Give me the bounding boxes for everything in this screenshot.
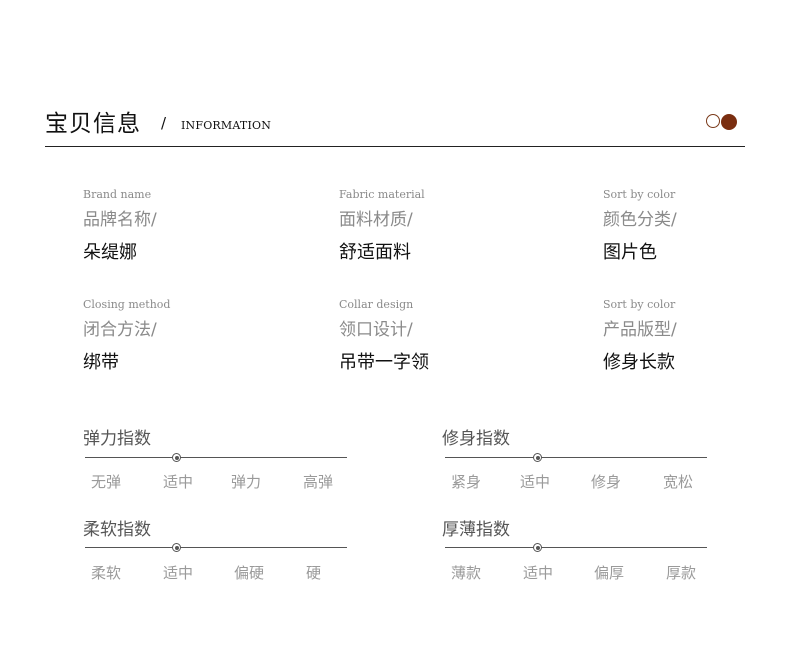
index-option: 适中 — [520, 473, 551, 491]
spec-cn-label: 品牌名称/ — [83, 210, 157, 230]
spec-closing: Closing method 闭合方法/ 绑带 — [83, 298, 170, 374]
spec-fit: Sort by color 产品版型/ 修身长款 — [603, 298, 677, 374]
index-option: 宽松 — [663, 473, 694, 491]
index-title-softness: 柔软指数 — [83, 520, 151, 540]
index-title-thickness: 厚薄指数 — [442, 520, 510, 540]
index-track — [445, 457, 707, 458]
header-divider — [45, 146, 745, 147]
index-track — [85, 547, 347, 548]
index-option: 偏硬 — [234, 564, 265, 582]
index-option: 薄款 — [451, 564, 482, 582]
index-track — [85, 457, 347, 458]
spec-en-label: Sort by color — [603, 188, 676, 201]
index-option: 厚款 — [666, 564, 697, 582]
index-track — [445, 547, 707, 548]
spec-collar: Collar design 领口设计/ 吊带一字领 — [339, 298, 429, 374]
index-marker — [172, 543, 181, 552]
spec-brand: Brand name 品牌名称/ 朵缇娜 — [83, 188, 157, 264]
spec-en-label: Closing method — [83, 298, 171, 311]
spec-cn-label: 颜色分类/ — [603, 210, 677, 230]
spec-en-label: Sort by color — [603, 298, 676, 311]
index-marker — [533, 543, 542, 552]
spec-cn-label: 产品版型/ — [603, 320, 677, 340]
spec-cn-label: 面料材质/ — [339, 210, 413, 230]
spec-color: Sort by color 颜色分类/ 图片色 — [603, 188, 677, 264]
spec-value: 舒适面料 — [339, 242, 411, 263]
spec-en-label: Fabric material — [339, 188, 425, 201]
spec-en-label: Brand name — [83, 188, 152, 201]
spec-value: 吊带一字领 — [339, 352, 429, 373]
section-subtitle: INFORMATION — [181, 119, 272, 132]
spec-fabric: Fabric material 面料材质/ 舒适面料 — [339, 188, 425, 264]
index-option: 紧身 — [451, 473, 482, 491]
index-title-elasticity: 弹力指数 — [83, 429, 151, 449]
index-marker — [533, 453, 542, 462]
spec-value: 绑带 — [83, 352, 119, 373]
spec-en-label: Collar design — [339, 298, 414, 311]
index-marker — [172, 453, 181, 462]
index-option: 无弹 — [91, 473, 122, 491]
outline-circle-icon — [706, 114, 720, 128]
index-option: 高弹 — [303, 473, 334, 491]
index-option: 偏厚 — [594, 564, 625, 582]
spec-value: 朵缇娜 — [83, 242, 137, 263]
index-option: 柔软 — [91, 564, 122, 582]
spec-value: 图片色 — [603, 242, 657, 263]
index-option: 适中 — [163, 564, 194, 582]
index-option: 修身 — [591, 473, 622, 491]
spec-value: 修身长款 — [603, 352, 675, 373]
index-option: 适中 — [523, 564, 554, 582]
title-separator: / — [161, 114, 167, 132]
spec-cn-label: 闭合方法/ — [83, 320, 157, 340]
section-title: 宝贝信息 — [45, 111, 141, 137]
spec-cn-label: 领口设计/ — [339, 320, 413, 340]
filled-circle-icon — [721, 114, 737, 130]
index-option: 弹力 — [231, 473, 262, 491]
index-option: 硬 — [306, 564, 322, 582]
index-title-fit: 修身指数 — [442, 429, 510, 449]
index-option: 适中 — [163, 473, 194, 491]
